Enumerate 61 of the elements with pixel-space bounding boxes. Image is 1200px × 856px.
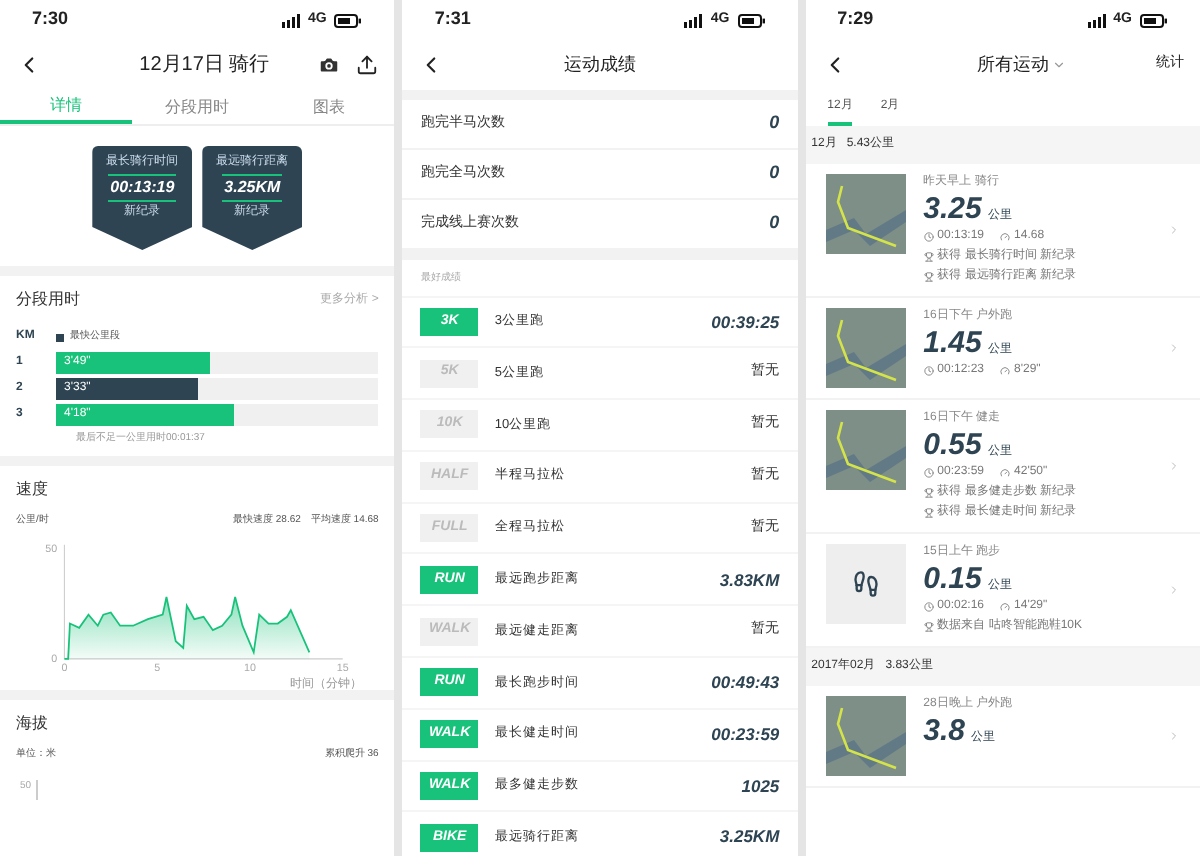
section-title: 速度 [16, 478, 50, 502]
distance-value: 0.55 [923, 428, 982, 464]
pace-icon [1000, 366, 1011, 376]
clock-icon [923, 232, 934, 242]
signal-icon [281, 13, 300, 27]
chevron-right-icon [1167, 460, 1180, 472]
trophy-icon [923, 508, 934, 518]
route-map-thumbnail [825, 410, 906, 490]
distance-value: 0.15 [923, 562, 982, 598]
route-map-thumbnail [825, 696, 906, 776]
tab[interactable]: 图表 [263, 90, 395, 124]
shoe-icon [851, 570, 880, 598]
section-title: 分段用时 [16, 288, 80, 312]
y-axis [63, 543, 65, 659]
share-button[interactable] [356, 54, 379, 76]
trophy-icon [923, 272, 934, 282]
battery-icon [1139, 13, 1168, 27]
page-title: 12月17日 骑行 [137, 52, 272, 80]
record-value: 1025 [741, 773, 780, 799]
status-time: 7:31 [434, 6, 471, 33]
section-title: 海拔 [16, 712, 50, 736]
page-title: 运动成绩 [561, 51, 638, 78]
chevron-right-icon [1167, 224, 1180, 236]
distance-value: 1.45 [923, 326, 982, 362]
chevron-right-icon [1167, 342, 1180, 354]
legend-swatch [56, 333, 64, 341]
route-map-thumbnail [825, 308, 906, 388]
status-time: 7:30 [32, 6, 69, 33]
pace-icon [1000, 468, 1011, 478]
caret-icon [1052, 58, 1067, 72]
record-value: 00:39:25 [711, 309, 780, 335]
badge-value: 3.25KM [222, 174, 283, 202]
route-map-thumbnail [825, 174, 906, 254]
pace-icon [1000, 602, 1011, 612]
battery-icon [334, 13, 363, 27]
trophy-icon [923, 252, 934, 262]
distance-value: 3.8 [923, 714, 966, 750]
pace-icon [1000, 232, 1011, 242]
status-time: 7:29 [837, 6, 874, 33]
stat-value: 0 [769, 160, 780, 187]
distance-value: 3.25 [923, 192, 982, 228]
signal-icon [684, 13, 703, 27]
record-value: 3.25KM [719, 824, 780, 851]
clock-icon [923, 366, 934, 376]
chevron-right-icon [1167, 584, 1180, 596]
badge-value: 00:13:19 [108, 174, 177, 202]
trophy-icon [923, 622, 934, 632]
clock-icon [923, 468, 934, 478]
stat-value: 0 [769, 210, 780, 237]
sport-filter-dropdown[interactable]: 所有运动 [887, 51, 1156, 79]
clock-icon [923, 602, 934, 612]
tab[interactable]: 分段用时 [131, 90, 264, 124]
stat-value: 0 [769, 110, 780, 137]
record-value: 00:49:43 [711, 670, 780, 696]
battery-icon [737, 13, 766, 27]
signal-icon [1087, 13, 1106, 27]
record-value: 3.83KM [719, 567, 780, 593]
trophy-icon [923, 488, 934, 498]
record-value: 00:23:59 [711, 721, 780, 748]
camera-button[interactable] [318, 54, 341, 76]
chevron-right-icon [1167, 730, 1180, 742]
